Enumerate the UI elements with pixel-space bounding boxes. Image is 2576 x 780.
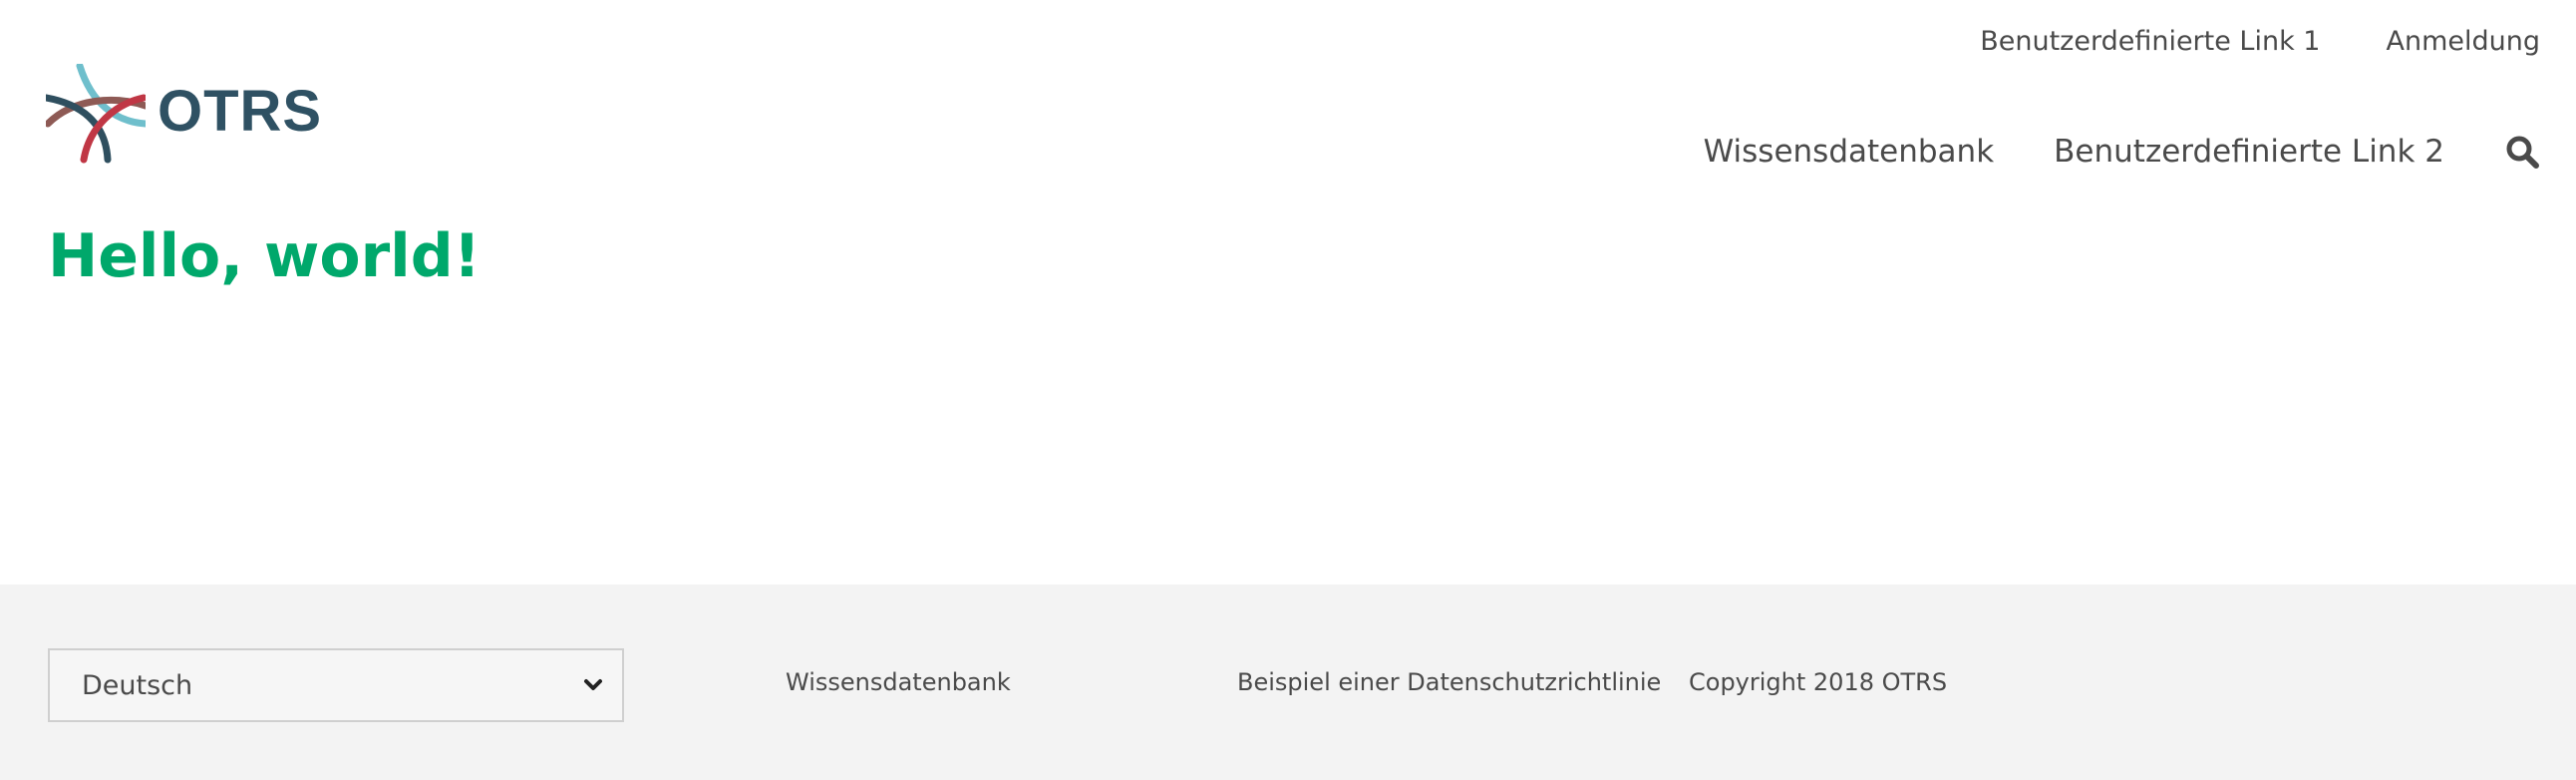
custom-link-1[interactable]: Benutzerdefinierte Link 1 — [1980, 26, 2320, 57]
otrs-logo-icon — [46, 64, 146, 164]
copyright-text: Copyright 2018 OTRS — [1689, 668, 1948, 696]
page: OTRS Benutzerdefinierte Link 1 Anmeldung… — [0, 0, 2576, 780]
footer-link-privacy-policy[interactable]: Beispiel einer Datenschutzrichtlinie — [1237, 668, 1661, 696]
language-select-value: Deutsch — [82, 669, 193, 701]
nav-custom-link-2[interactable]: Benutzerdefinierte Link 2 — [2054, 134, 2444, 170]
main-nav: Wissensdatenbank Benutzerdefinierte Link… — [1704, 134, 2540, 170]
nav-knowledge-base[interactable]: Wissensdatenbank — [1704, 134, 1995, 170]
footer: Deutsch Wissensdatenbank Beispiel einer … — [0, 585, 2576, 780]
chevron-down-icon — [584, 679, 602, 690]
top-links: Benutzerdefinierte Link 1 Anmeldung — [1980, 26, 2540, 57]
header: OTRS Benutzerdefinierte Link 1 Anmeldung… — [0, 0, 2576, 585]
logo[interactable]: OTRS — [46, 64, 321, 164]
search-button[interactable] — [2504, 134, 2540, 170]
login-link[interactable]: Anmeldung — [2387, 26, 2541, 57]
logo-text: OTRS — [158, 79, 323, 144]
search-icon — [2506, 136, 2539, 169]
language-select[interactable]: Deutsch — [48, 648, 624, 722]
page-title: Hello, world! — [48, 221, 482, 291]
footer-link-knowledge-base[interactable]: Wissensdatenbank — [786, 668, 1011, 696]
